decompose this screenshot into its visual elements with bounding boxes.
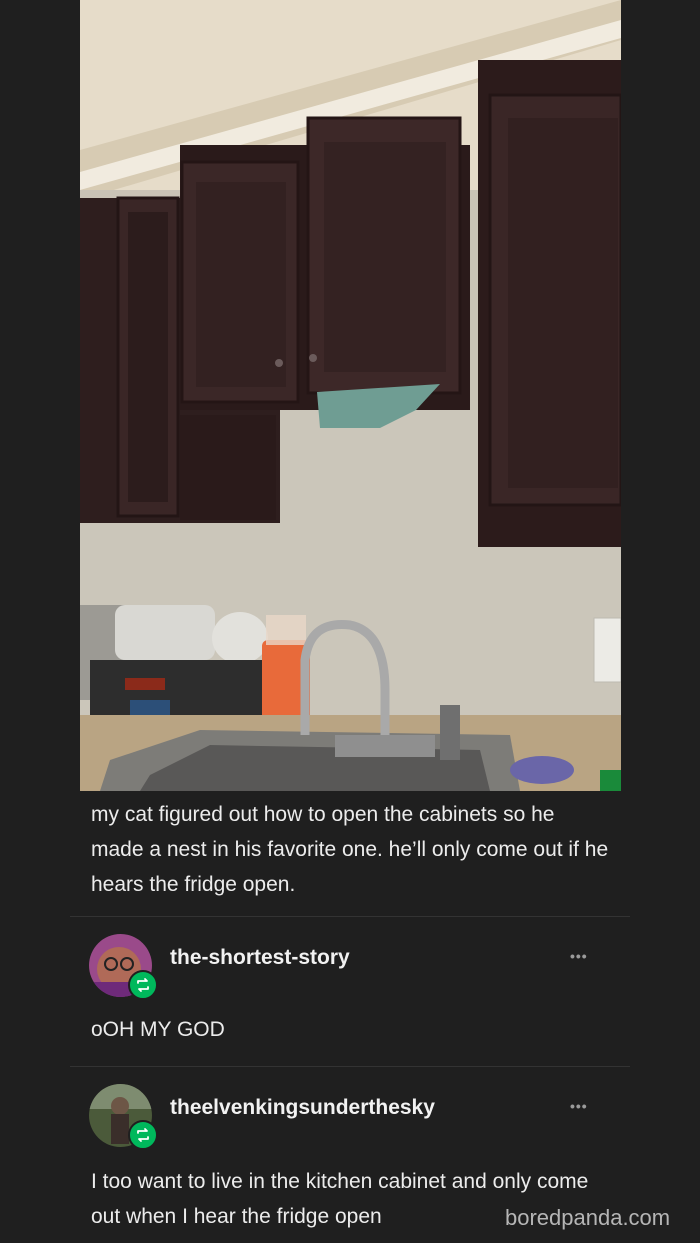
reblog-entry: the-shortest-story ••• oOH MY GOD — [89, 934, 619, 1064]
more-options-icon[interactable]: ••• — [570, 948, 588, 964]
watermark: boredpanda.com — [505, 1205, 671, 1230]
post-image[interactable] — [80, 0, 621, 791]
post-caption: my cat figured out how to open the cabin… — [91, 803, 609, 896]
divider — [70, 916, 630, 917]
reblog-icon — [128, 970, 158, 1000]
more-options-icon[interactable]: ••• — [570, 1098, 588, 1114]
username[interactable]: the-shortest-story — [170, 946, 350, 970]
reblog-icon — [128, 1120, 158, 1150]
username[interactable]: theelvenkingsunderthesky — [170, 1096, 435, 1120]
divider — [70, 1066, 630, 1067]
reblog-text: oOH MY GOD — [91, 1018, 225, 1041]
